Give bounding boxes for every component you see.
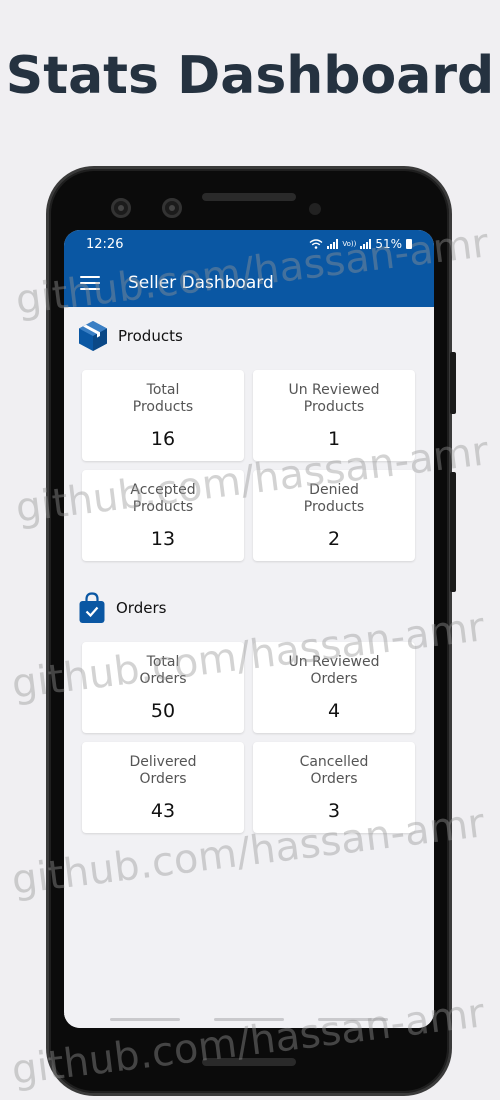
products-heading: Products: [118, 327, 183, 345]
card-label: Cancelled: [299, 754, 369, 770]
stat-card-total-products[interactable]: Total Products 16: [82, 370, 244, 461]
card-label: Orders: [139, 771, 187, 787]
volume-button: [450, 352, 456, 414]
camera-icon: [111, 198, 131, 218]
page-headline: Stats Dashboard: [5, 46, 495, 106]
box-icon: [79, 321, 107, 351]
orders-heading: Orders: [116, 599, 167, 617]
card-value: 13: [150, 528, 176, 550]
card-value: 4: [327, 700, 341, 722]
card-label: Delivered: [129, 754, 197, 770]
card-label: Products: [132, 399, 194, 415]
card-label: Products: [303, 399, 365, 415]
card-value: 2: [327, 528, 341, 550]
status-time: 12:26: [86, 236, 124, 252]
power-button: [450, 472, 456, 592]
shopping-bag-icon: [79, 592, 105, 623]
products-section-header: Products: [78, 320, 183, 352]
card-value: 50: [150, 700, 176, 722]
proximity-sensor: [309, 203, 321, 215]
card-label: Un Reviewed: [288, 382, 380, 398]
card-label: Products: [303, 499, 365, 515]
card-label: Orders: [310, 771, 358, 787]
camera-icon: [162, 198, 182, 218]
card-value: 16: [150, 428, 176, 450]
card-value: 43: [150, 800, 176, 822]
orders-section-header: Orders: [78, 592, 166, 624]
stat-card-delivered-orders[interactable]: Delivered Orders 43: [82, 742, 244, 833]
earpiece-speaker: [202, 193, 296, 201]
card-label: Total: [146, 382, 180, 398]
nav-handle[interactable]: [110, 1018, 180, 1021]
